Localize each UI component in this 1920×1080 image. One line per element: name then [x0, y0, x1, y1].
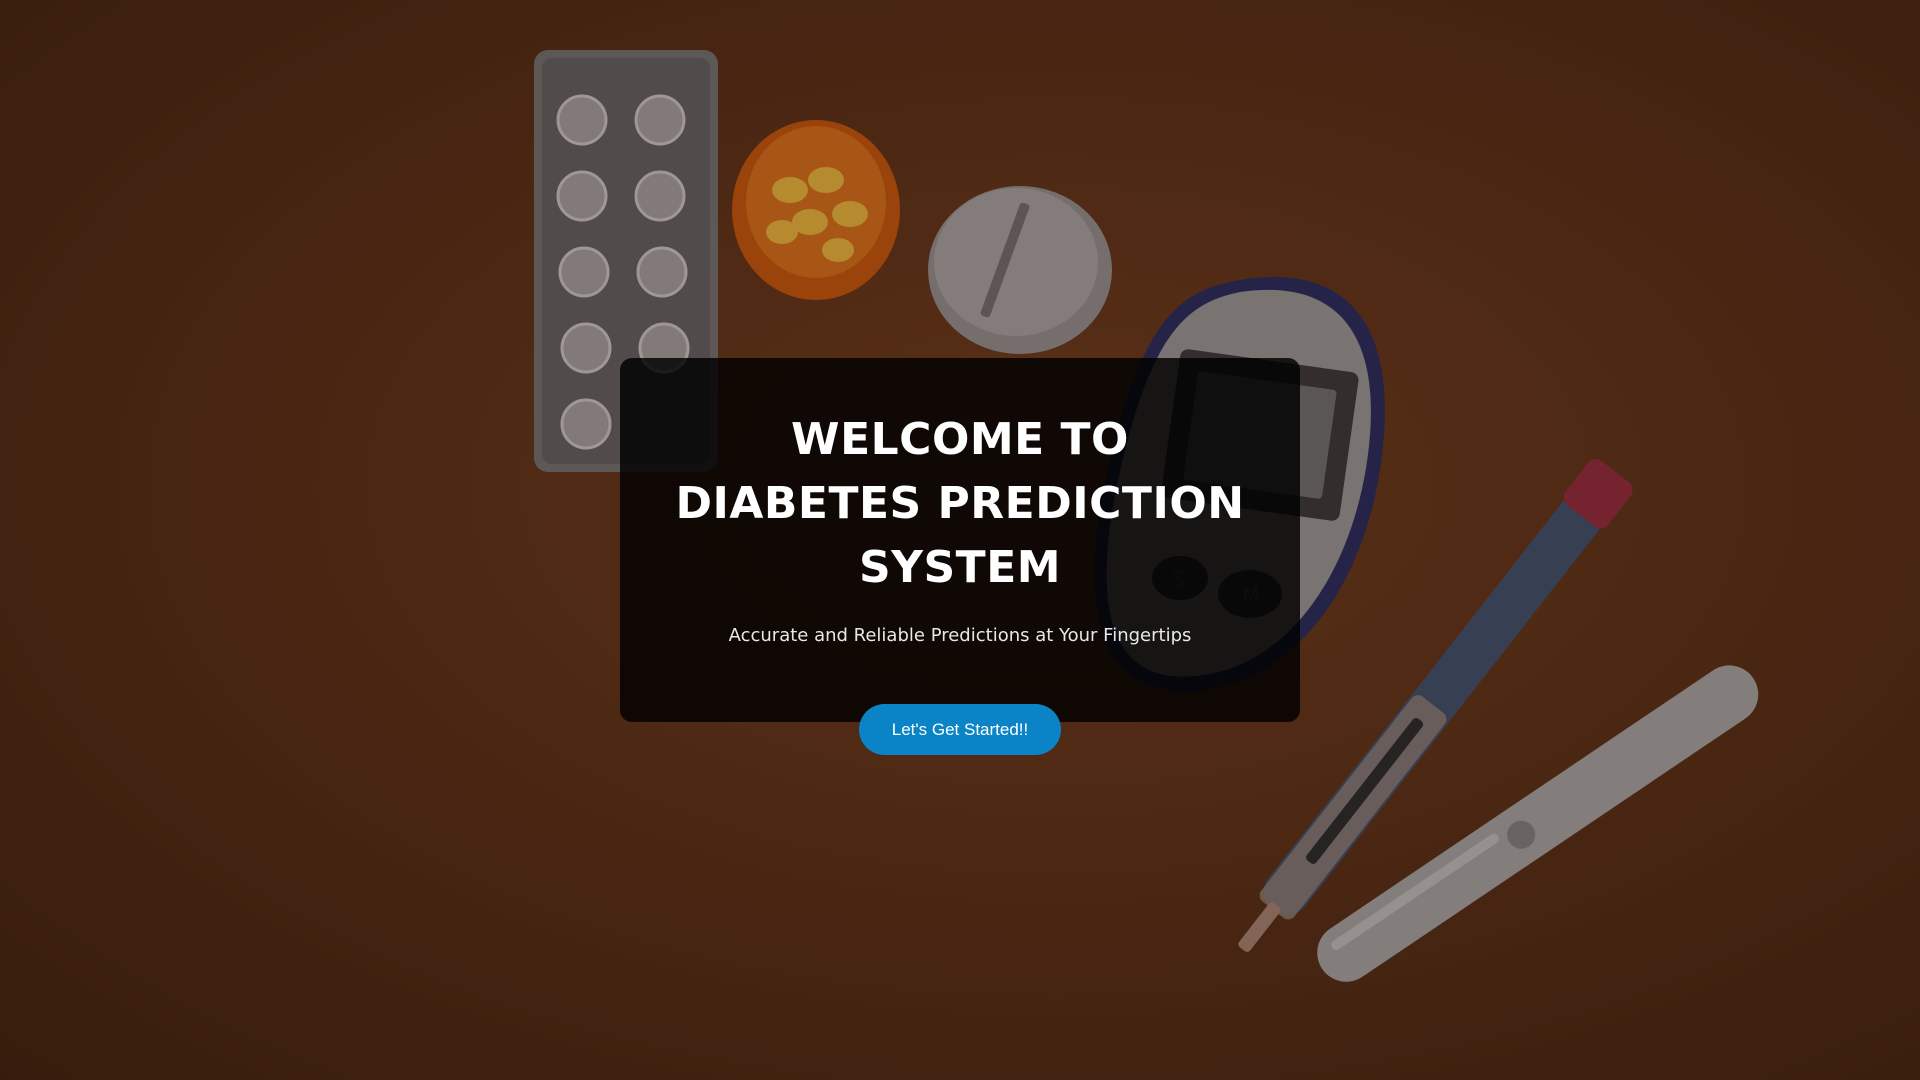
page-title: WELCOME TO DIABETES PREDICTION SYSTEM: [675, 414, 1245, 593]
get-started-button[interactable]: Let's Get Started!!: [859, 704, 1061, 755]
welcome-card: WELCOME TO DIABETES PREDICTION SYSTEM Ac…: [620, 358, 1300, 755]
tagline: Accurate and Reliable Predictions at You…: [728, 625, 1192, 646]
landing-page: S M WELCOME TO DIABETES PREDICTION SYSTE…: [0, 0, 1920, 1080]
